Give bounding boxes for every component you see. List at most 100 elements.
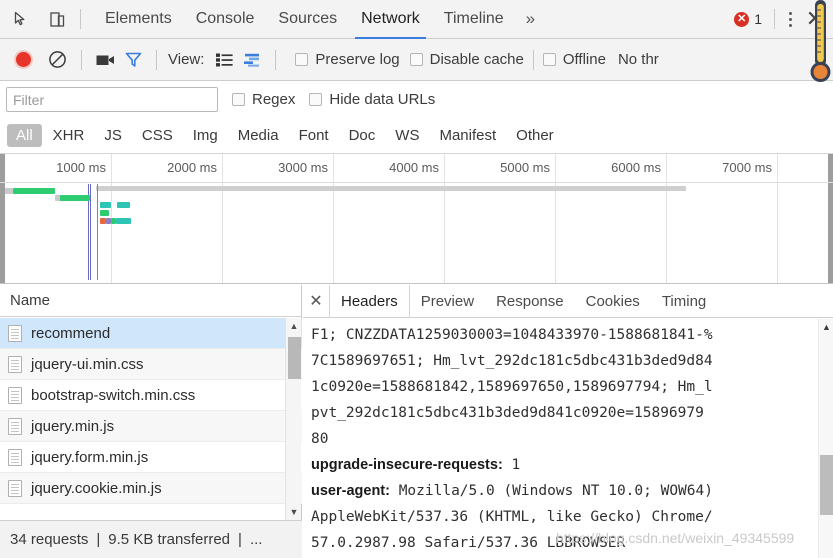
request-row[interactable]: jquery-ui.min.css — [0, 349, 302, 380]
request-list-body[interactable]: recommend jquery-ui.min.css bootstrap-swit… — [0, 318, 302, 520]
tab-timing[interactable]: Timing — [651, 285, 717, 318]
disable-cache-checkbox[interactable]: Disable cache — [409, 51, 524, 68]
type-filter-media[interactable]: Media — [229, 124, 288, 147]
error-badge[interactable]: ✕ 1 — [734, 11, 762, 27]
throttling-dropdown[interactable]: No thr — [618, 51, 659, 68]
request-list-header: Name — [0, 285, 301, 317]
view-waterfall-icon[interactable] — [238, 47, 266, 73]
tab-network[interactable]: Network — [349, 0, 432, 39]
tab-elements[interactable]: Elements — [93, 0, 184, 39]
tabbar-right-controls: ✕ 1 ✕ — [734, 5, 833, 33]
type-filter-js[interactable]: JS — [95, 124, 131, 147]
hide-data-urls-label: Hide data URLs — [329, 91, 436, 108]
filter-icon[interactable] — [119, 47, 147, 73]
clear-button[interactable] — [42, 47, 72, 73]
overview-left-grip[interactable] — [0, 154, 5, 283]
headers-content[interactable]: F1; CNZZDATA1259030003=1048433970-158868… — [303, 319, 833, 558]
tab-cookies[interactable]: Cookies — [575, 285, 651, 318]
detail-scrollbar[interactable]: ▲ — [818, 319, 833, 558]
overview-event-line — [90, 184, 91, 280]
overview-total-track — [96, 186, 686, 191]
scroll-up-icon[interactable]: ▲ — [286, 318, 302, 334]
more-tabs-icon[interactable]: » — [516, 0, 545, 39]
type-filter-img[interactable]: Img — [184, 124, 227, 147]
document-icon — [8, 324, 22, 342]
overview-tick-line — [666, 154, 667, 283]
preserve-log-label: Preserve log — [315, 51, 400, 68]
request-row[interactable]: jquery.form.min.js — [0, 442, 302, 473]
type-filter-xhr[interactable]: XHR — [44, 124, 94, 147]
devtools-tabbar: Elements Console Sources Network Timelin… — [0, 0, 833, 39]
error-icon: ✕ — [734, 11, 750, 27]
capture-screenshots-icon[interactable] — [91, 47, 119, 73]
request-list-scrollbar[interactable]: ▲ ▼ — [285, 318, 301, 520]
type-filter-font[interactable]: Font — [290, 124, 338, 147]
view-list-icon[interactable] — [210, 47, 238, 73]
type-filter-manifest[interactable]: Manifest — [430, 124, 505, 147]
tab-timeline[interactable]: Timeline — [432, 0, 516, 39]
overview-tick-line — [555, 154, 556, 283]
request-row[interactable]: recommend — [0, 318, 302, 349]
error-count: 1 — [754, 11, 762, 27]
tab-headers[interactable]: Headers — [329, 284, 410, 318]
record-button[interactable] — [10, 47, 36, 73]
preserve-log-checkbox[interactable]: Preserve log — [295, 51, 400, 68]
header-line: upgrade-insecure-requests: 1 — [311, 452, 833, 478]
close-devtools-icon[interactable]: ✕ — [801, 5, 829, 33]
header-line: pvt_292dc181c5dbc431b3ded9d841c0920e=158… — [311, 405, 704, 421]
overview-tick-label: 3000 ms — [278, 160, 328, 175]
overview-event-line — [97, 184, 98, 280]
detail-scroll-up-icon[interactable]: ▲ — [819, 319, 833, 334]
request-row[interactable]: jquery.cookie.min.js — [0, 473, 302, 504]
inspect-element-icon[interactable] — [6, 4, 36, 34]
tab-sources[interactable]: Sources — [266, 0, 349, 39]
detail-scrollbar-thumb[interactable] — [820, 455, 833, 515]
detail-tabbar: ✕ Headers Preview Response Cookies Timin… — [303, 284, 833, 318]
overview-request-bar — [5, 188, 13, 194]
toggle-device-toolbar-icon[interactable] — [42, 4, 72, 34]
header-line: 7C1589697651; Hm_lvt_292dc181c5dbc431b3d… — [311, 353, 713, 369]
more-options-icon[interactable] — [779, 6, 801, 32]
tab-console[interactable]: Console — [184, 0, 267, 39]
type-filter-other[interactable]: Other — [507, 124, 563, 147]
type-filter-all[interactable]: All — [7, 124, 42, 147]
header-line: F1; CNZZDATA1259030003=1048433970-158868… — [311, 327, 713, 343]
scrollbar-thumb[interactable] — [288, 337, 301, 379]
status-sep-1: | — [96, 531, 101, 548]
request-name: recommend — [31, 324, 111, 342]
column-header-name[interactable]: Name — [10, 292, 50, 309]
header-line: 57.0.2987.98 Safari/537.36 LBBROWSER — [311, 535, 626, 551]
close-detail-icon[interactable]: ✕ — [303, 285, 329, 318]
network-lower-split: Name recommend jquery-ui.min.css bootstrap… — [0, 284, 833, 558]
scroll-down-icon[interactable]: ▼ — [286, 504, 302, 520]
request-row[interactable]: jquery.min.js — [0, 411, 302, 442]
tab-response[interactable]: Response — [485, 285, 575, 318]
header-line: AppleWebKit/537.36 (KHTML, like Gecko) C… — [311, 509, 713, 525]
header-line: 80 — [311, 431, 329, 447]
overview-request-bar — [60, 195, 90, 201]
hide-data-urls-checkbox[interactable]: Hide data URLs — [309, 91, 435, 108]
overview-right-grip[interactable] — [828, 154, 833, 283]
type-filter-ws[interactable]: WS — [386, 124, 428, 147]
toolbar-divider-4 — [532, 49, 534, 70]
regex-checkbox-box — [232, 93, 245, 106]
resource-type-filters: All XHR JS CSS Img Media Font Doc WS Man… — [0, 118, 833, 154]
document-icon — [8, 386, 22, 404]
overview-tick-label: 2000 ms — [167, 160, 217, 175]
overview-tick-line — [777, 154, 778, 283]
regex-checkbox[interactable]: Regex — [232, 91, 295, 108]
request-row[interactable]: bootstrap-switch.min.css — [0, 380, 302, 411]
offline-checkbox[interactable]: Offline — [542, 51, 606, 68]
tab-preview[interactable]: Preview — [410, 285, 485, 318]
filter-input[interactable] — [6, 87, 218, 112]
status-sep-2: | — [238, 531, 242, 548]
document-icon — [8, 479, 22, 497]
overview-tick-label: 4000 ms — [389, 160, 439, 175]
network-overview[interactable]: 1000 ms 2000 ms 3000 ms 4000 ms 5000 ms 6000 … — [0, 154, 833, 284]
overview-tick-label: 7000 ms — [722, 160, 772, 175]
offline-label: Offline — [562, 51, 606, 68]
request-name: jquery-ui.min.css — [31, 355, 144, 373]
overview-request-bar — [13, 188, 55, 194]
type-filter-css[interactable]: CSS — [133, 124, 182, 147]
type-filter-doc[interactable]: Doc — [340, 124, 385, 147]
